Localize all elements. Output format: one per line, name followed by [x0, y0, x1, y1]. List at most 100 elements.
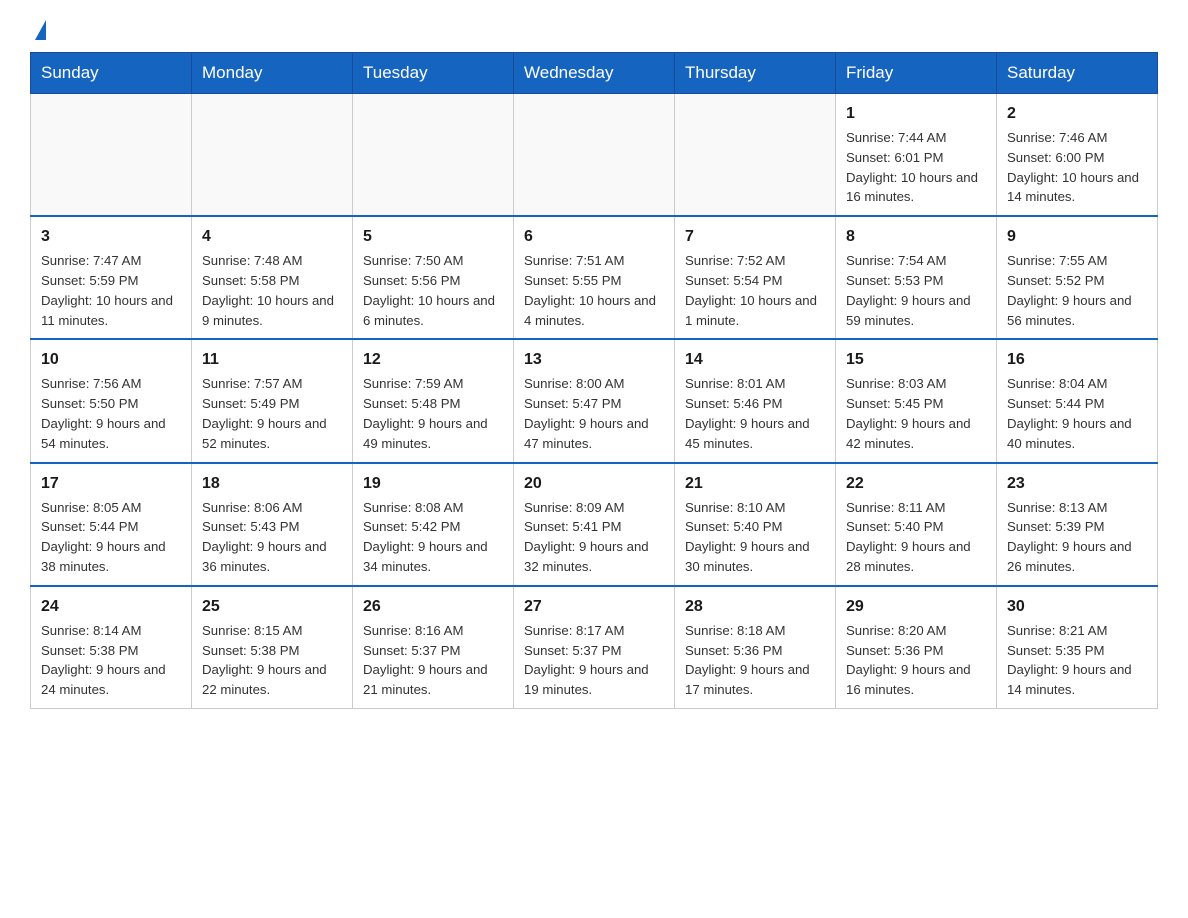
- calendar-cell: 14Sunrise: 8:01 AM Sunset: 5:46 PM Dayli…: [675, 339, 836, 462]
- header-saturday: Saturday: [997, 53, 1158, 94]
- day-info: Sunrise: 8:04 AM Sunset: 5:44 PM Dayligh…: [1007, 374, 1147, 453]
- day-number: 24: [41, 595, 181, 619]
- day-info: Sunrise: 7:44 AM Sunset: 6:01 PM Dayligh…: [846, 128, 986, 207]
- calendar-table: SundayMondayTuesdayWednesdayThursdayFrid…: [30, 52, 1158, 709]
- day-info: Sunrise: 8:15 AM Sunset: 5:38 PM Dayligh…: [202, 621, 342, 700]
- calendar-cell: 28Sunrise: 8:18 AM Sunset: 5:36 PM Dayli…: [675, 586, 836, 709]
- header-wednesday: Wednesday: [514, 53, 675, 94]
- day-info: Sunrise: 8:03 AM Sunset: 5:45 PM Dayligh…: [846, 374, 986, 453]
- logo: [30, 20, 46, 42]
- day-info: Sunrise: 7:59 AM Sunset: 5:48 PM Dayligh…: [363, 374, 503, 453]
- day-number: 30: [1007, 595, 1147, 619]
- calendar-cell: 4Sunrise: 7:48 AM Sunset: 5:58 PM Daylig…: [192, 216, 353, 339]
- day-info: Sunrise: 8:05 AM Sunset: 5:44 PM Dayligh…: [41, 498, 181, 577]
- day-info: Sunrise: 8:18 AM Sunset: 5:36 PM Dayligh…: [685, 621, 825, 700]
- day-number: 7: [685, 225, 825, 249]
- day-number: 22: [846, 472, 986, 496]
- calendar-cell: 20Sunrise: 8:09 AM Sunset: 5:41 PM Dayli…: [514, 463, 675, 586]
- page-header: [30, 20, 1158, 42]
- day-info: Sunrise: 8:20 AM Sunset: 5:36 PM Dayligh…: [846, 621, 986, 700]
- calendar-cell: 7Sunrise: 7:52 AM Sunset: 5:54 PM Daylig…: [675, 216, 836, 339]
- day-number: 8: [846, 225, 986, 249]
- day-number: 9: [1007, 225, 1147, 249]
- calendar-cell: 3Sunrise: 7:47 AM Sunset: 5:59 PM Daylig…: [31, 216, 192, 339]
- day-info: Sunrise: 7:50 AM Sunset: 5:56 PM Dayligh…: [363, 251, 503, 330]
- calendar-cell: 6Sunrise: 7:51 AM Sunset: 5:55 PM Daylig…: [514, 216, 675, 339]
- day-number: 2: [1007, 102, 1147, 126]
- calendar-cell: 21Sunrise: 8:10 AM Sunset: 5:40 PM Dayli…: [675, 463, 836, 586]
- header-monday: Monday: [192, 53, 353, 94]
- calendar-cell: 16Sunrise: 8:04 AM Sunset: 5:44 PM Dayli…: [997, 339, 1158, 462]
- day-info: Sunrise: 7:47 AM Sunset: 5:59 PM Dayligh…: [41, 251, 181, 330]
- calendar-cell: 25Sunrise: 8:15 AM Sunset: 5:38 PM Dayli…: [192, 586, 353, 709]
- day-info: Sunrise: 7:55 AM Sunset: 5:52 PM Dayligh…: [1007, 251, 1147, 330]
- header-tuesday: Tuesday: [353, 53, 514, 94]
- calendar-cell: 30Sunrise: 8:21 AM Sunset: 5:35 PM Dayli…: [997, 586, 1158, 709]
- calendar-cell: 2Sunrise: 7:46 AM Sunset: 6:00 PM Daylig…: [997, 94, 1158, 217]
- day-info: Sunrise: 8:10 AM Sunset: 5:40 PM Dayligh…: [685, 498, 825, 577]
- day-number: 23: [1007, 472, 1147, 496]
- calendar-cell: 24Sunrise: 8:14 AM Sunset: 5:38 PM Dayli…: [31, 586, 192, 709]
- day-number: 17: [41, 472, 181, 496]
- day-info: Sunrise: 7:48 AM Sunset: 5:58 PM Dayligh…: [202, 251, 342, 330]
- day-number: 4: [202, 225, 342, 249]
- day-info: Sunrise: 7:57 AM Sunset: 5:49 PM Dayligh…: [202, 374, 342, 453]
- header-friday: Friday: [836, 53, 997, 94]
- calendar-cell: [192, 94, 353, 217]
- calendar-cell: 13Sunrise: 8:00 AM Sunset: 5:47 PM Dayli…: [514, 339, 675, 462]
- calendar-cell: [31, 94, 192, 217]
- calendar-header-row: SundayMondayTuesdayWednesdayThursdayFrid…: [31, 53, 1158, 94]
- calendar-cell: [675, 94, 836, 217]
- day-number: 27: [524, 595, 664, 619]
- day-info: Sunrise: 7:56 AM Sunset: 5:50 PM Dayligh…: [41, 374, 181, 453]
- day-number: 3: [41, 225, 181, 249]
- day-info: Sunrise: 8:09 AM Sunset: 5:41 PM Dayligh…: [524, 498, 664, 577]
- day-info: Sunrise: 7:52 AM Sunset: 5:54 PM Dayligh…: [685, 251, 825, 330]
- day-number: 10: [41, 348, 181, 372]
- day-info: Sunrise: 8:14 AM Sunset: 5:38 PM Dayligh…: [41, 621, 181, 700]
- day-info: Sunrise: 7:51 AM Sunset: 5:55 PM Dayligh…: [524, 251, 664, 330]
- day-number: 1: [846, 102, 986, 126]
- day-info: Sunrise: 8:00 AM Sunset: 5:47 PM Dayligh…: [524, 374, 664, 453]
- logo-triangle-icon: [35, 20, 46, 40]
- calendar-week-row: 24Sunrise: 8:14 AM Sunset: 5:38 PM Dayli…: [31, 586, 1158, 709]
- day-info: Sunrise: 7:54 AM Sunset: 5:53 PM Dayligh…: [846, 251, 986, 330]
- day-number: 21: [685, 472, 825, 496]
- calendar-week-row: 17Sunrise: 8:05 AM Sunset: 5:44 PM Dayli…: [31, 463, 1158, 586]
- day-number: 6: [524, 225, 664, 249]
- header-thursday: Thursday: [675, 53, 836, 94]
- header-sunday: Sunday: [31, 53, 192, 94]
- calendar-cell: 19Sunrise: 8:08 AM Sunset: 5:42 PM Dayli…: [353, 463, 514, 586]
- calendar-cell: 1Sunrise: 7:44 AM Sunset: 6:01 PM Daylig…: [836, 94, 997, 217]
- day-number: 12: [363, 348, 503, 372]
- day-number: 25: [202, 595, 342, 619]
- day-info: Sunrise: 8:11 AM Sunset: 5:40 PM Dayligh…: [846, 498, 986, 577]
- day-number: 11: [202, 348, 342, 372]
- day-number: 28: [685, 595, 825, 619]
- calendar-cell: 8Sunrise: 7:54 AM Sunset: 5:53 PM Daylig…: [836, 216, 997, 339]
- day-number: 15: [846, 348, 986, 372]
- calendar-cell: 12Sunrise: 7:59 AM Sunset: 5:48 PM Dayli…: [353, 339, 514, 462]
- calendar-cell: 10Sunrise: 7:56 AM Sunset: 5:50 PM Dayli…: [31, 339, 192, 462]
- calendar-week-row: 3Sunrise: 7:47 AM Sunset: 5:59 PM Daylig…: [31, 216, 1158, 339]
- day-number: 29: [846, 595, 986, 619]
- day-info: Sunrise: 8:16 AM Sunset: 5:37 PM Dayligh…: [363, 621, 503, 700]
- day-number: 19: [363, 472, 503, 496]
- day-info: Sunrise: 8:21 AM Sunset: 5:35 PM Dayligh…: [1007, 621, 1147, 700]
- calendar-week-row: 1Sunrise: 7:44 AM Sunset: 6:01 PM Daylig…: [31, 94, 1158, 217]
- calendar-cell: 23Sunrise: 8:13 AM Sunset: 5:39 PM Dayli…: [997, 463, 1158, 586]
- day-number: 18: [202, 472, 342, 496]
- day-number: 14: [685, 348, 825, 372]
- day-info: Sunrise: 8:06 AM Sunset: 5:43 PM Dayligh…: [202, 498, 342, 577]
- calendar-cell: 9Sunrise: 7:55 AM Sunset: 5:52 PM Daylig…: [997, 216, 1158, 339]
- day-number: 13: [524, 348, 664, 372]
- calendar-cell: [353, 94, 514, 217]
- day-number: 20: [524, 472, 664, 496]
- calendar-cell: 11Sunrise: 7:57 AM Sunset: 5:49 PM Dayli…: [192, 339, 353, 462]
- day-info: Sunrise: 8:08 AM Sunset: 5:42 PM Dayligh…: [363, 498, 503, 577]
- calendar-cell: 26Sunrise: 8:16 AM Sunset: 5:37 PM Dayli…: [353, 586, 514, 709]
- calendar-cell: 18Sunrise: 8:06 AM Sunset: 5:43 PM Dayli…: [192, 463, 353, 586]
- calendar-cell: 22Sunrise: 8:11 AM Sunset: 5:40 PM Dayli…: [836, 463, 997, 586]
- calendar-week-row: 10Sunrise: 7:56 AM Sunset: 5:50 PM Dayli…: [31, 339, 1158, 462]
- day-number: 26: [363, 595, 503, 619]
